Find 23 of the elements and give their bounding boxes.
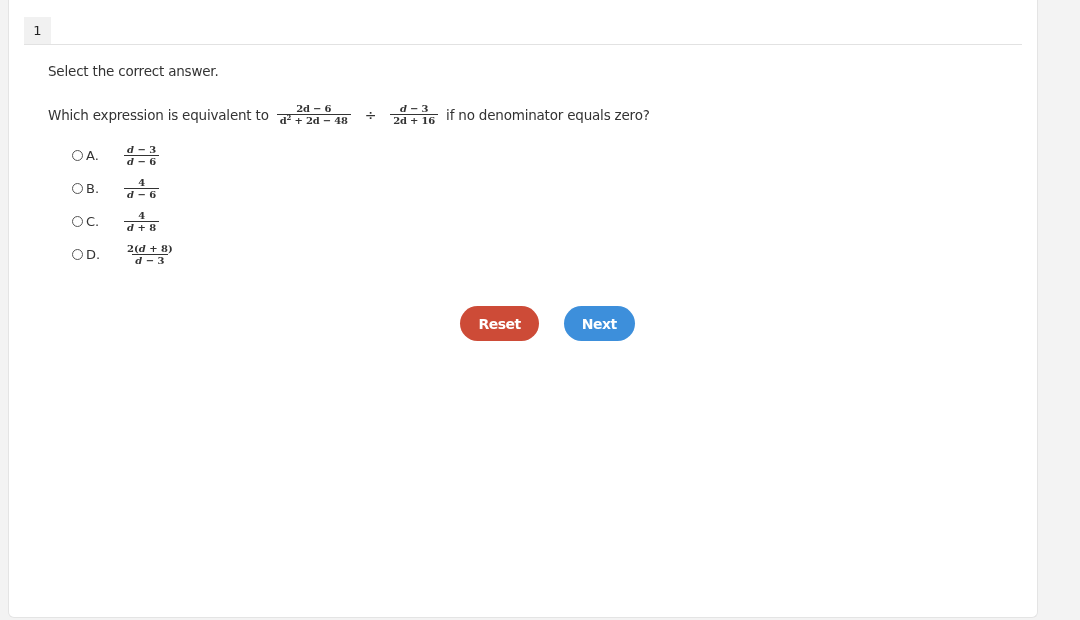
division-sign: ÷ [364,106,377,123]
denominator: d + 8 [124,221,160,233]
denominator: d − 6 [124,188,160,200]
reset-button[interactable]: Reset [460,306,539,341]
next-button[interactable]: Next [563,306,635,341]
numerator: d − 3 [399,103,430,114]
question-text: if no denominator equals zero? [446,106,650,123]
denominator: 2d + 16 [390,114,439,126]
option-letter: B. [86,181,101,196]
denominator: d$^{2}$ + 2d − 48 [276,114,351,126]
numerator: 2d − 6 [295,103,333,114]
question-number: 1 [24,17,51,44]
option-letter: C. [86,214,101,229]
option-letter: A. [86,148,100,163]
denominator: d − 6 [124,155,160,167]
numerator: 4 [137,177,147,188]
question-text: Which expression is equivalent to [48,106,269,123]
denominator: d − 3 [132,254,168,266]
numerator: 2(d + 8) [126,243,174,254]
instruction-text: Select the correct answer. [48,63,220,79]
numerator: d − 3 [126,144,158,155]
numerator: 4 [137,210,147,221]
option-letter: D. [86,247,102,262]
